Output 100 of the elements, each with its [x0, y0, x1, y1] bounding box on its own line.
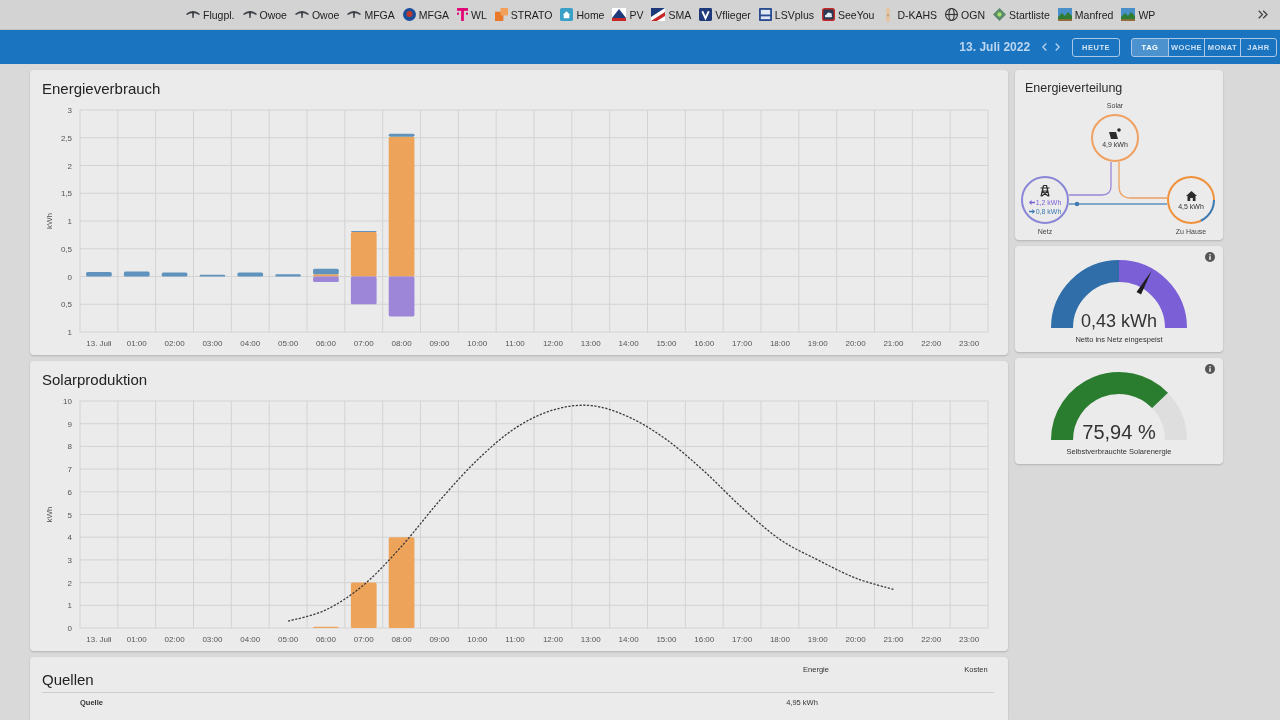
x-axis-label: 03:00 — [202, 635, 223, 644]
x-axis-label: 19:00 — [807, 339, 828, 348]
x-axis-label: 23:00 — [959, 339, 980, 348]
y-axis-label: 5 — [67, 510, 72, 520]
x-axis-label: 20:00 — [845, 339, 866, 348]
x-axis-label: 19:00 — [807, 635, 828, 644]
x-axis-label: 02:00 — [164, 635, 185, 644]
aircraft-icon — [294, 11, 309, 18]
x-axis-label: 01:00 — [126, 635, 147, 644]
landscape-tile-icon — [1121, 8, 1136, 21]
y-axis-label: 3 — [67, 106, 72, 115]
x-axis-label: 13. Juli — [86, 635, 112, 644]
card-title: Energieverteilung — [1024, 80, 1124, 96]
bookmark-link[interactable]: D-KAHS — [882, 7, 938, 22]
x-axis-label: 12:00 — [542, 339, 563, 348]
flow-line — [1068, 161, 1112, 196]
solar-panel-icon — [1109, 128, 1121, 139]
bookmark-link[interactable]: Flugpl. — [186, 8, 235, 21]
aircraft-icon — [347, 11, 362, 18]
landscape-tile-icon — [1057, 8, 1072, 21]
aircraft-icon — [242, 11, 257, 18]
chevron-right-icon — [1055, 43, 1061, 51]
y-axis-label: 0,5 — [60, 244, 72, 254]
x-axis-label: 16:00 — [694, 339, 715, 348]
house-tile-icon — [560, 8, 574, 21]
bookmark-link[interactable]: MFGA — [347, 8, 395, 21]
next-button[interactable] — [1055, 43, 1061, 51]
x-axis-label: 17:00 — [732, 339, 753, 348]
bookmark-link[interactable]: PV — [612, 8, 644, 21]
previous-button[interactable] — [1042, 43, 1048, 51]
info-icon[interactable] — [1205, 252, 1215, 262]
bookmark-link[interactable]: STRATO — [494, 8, 553, 21]
bookmark-link[interactable]: Owoe — [242, 8, 287, 21]
info-icon[interactable] — [1205, 364, 1215, 374]
bookmark-link[interactable]: Startliste — [993, 8, 1050, 21]
x-axis-label: 01:00 — [126, 339, 147, 348]
mountain-logo-icon — [612, 8, 627, 21]
bookmark-link[interactable]: Vflieger — [699, 8, 751, 21]
x-axis-label: 21:00 — [883, 339, 904, 348]
card-title: Energieverbrauch — [41, 79, 162, 98]
x-axis-label: 20:00 — [845, 635, 866, 644]
chevrons-right-icon — [1258, 10, 1268, 19]
squares-logo-icon — [494, 8, 508, 21]
card-title: Solarproduktion — [41, 370, 149, 389]
x-axis-label: 23:00 — [959, 635, 980, 644]
y-axis-label: 7 — [67, 465, 72, 475]
y-axis-label: 6 — [67, 487, 72, 497]
chart-bar — [199, 274, 226, 277]
chart-bar — [86, 272, 112, 277]
aircraft-icon — [186, 11, 200, 18]
bookmark-link[interactable]: SMA — [651, 8, 692, 21]
card-title: Quellen — [42, 670, 94, 688]
y-axis-label: 8 — [67, 442, 72, 452]
y-axis-label: 0,5 — [60, 300, 72, 310]
bookmark-link[interactable]: Owoe — [294, 8, 340, 21]
logo-icon — [457, 8, 469, 21]
x-axis-label: 08:00 — [391, 635, 412, 644]
bookmark-link[interactable]: Manfred — [1057, 8, 1114, 21]
bookmark-link[interactable]: LSVplus — [758, 8, 814, 21]
x-axis-label: 15:00 — [656, 635, 677, 644]
globe-icon — [945, 8, 959, 21]
x-axis-label: 07:00 — [353, 635, 374, 644]
x-axis-label: 03:00 — [202, 339, 223, 348]
y-axis-label: 2 — [67, 161, 72, 171]
x-axis-label: 14:00 — [618, 635, 639, 644]
chart-bar — [350, 582, 377, 628]
power-tower-icon — [1040, 185, 1050, 197]
gauge-value: 75,94 % — [1082, 422, 1156, 442]
gauge-value: 0,43 kWh — [1080, 312, 1157, 330]
overflow-button[interactable] — [1258, 10, 1268, 19]
x-axis-label: 11:00 — [505, 339, 525, 348]
bookmark-link[interactable]: WP — [1121, 8, 1156, 21]
x-axis-label: 05:00 — [278, 339, 299, 348]
y-axis-label: 0 — [67, 272, 72, 282]
house-icon — [1185, 190, 1197, 201]
x-axis-label: 21:00 — [883, 635, 904, 644]
bookmark-link[interactable]: SeeYou — [821, 8, 875, 21]
diamond-icon — [993, 8, 1006, 21]
x-axis-label: 15:00 — [656, 339, 677, 348]
x-axis-label: 18:00 — [769, 635, 790, 644]
axis-title: kWh — [45, 213, 54, 229]
x-axis-label: 18:00 — [769, 339, 790, 348]
bookmark-link[interactable]: Home — [560, 8, 605, 21]
x-axis-label: 09:00 — [429, 635, 450, 644]
x-axis-label: 02:00 — [164, 339, 185, 348]
bookmark-link[interactable]: OGN — [945, 8, 985, 21]
x-axis-label: 10:00 — [467, 635, 488, 644]
y-axis-label: 1 — [67, 328, 72, 337]
bookmark-link[interactable]: MFGA — [402, 8, 450, 21]
y-axis-label: 2 — [67, 578, 72, 588]
x-axis-label: 04:00 — [240, 339, 261, 348]
chart-bar — [275, 274, 301, 277]
y-axis-label: 2,5 — [60, 133, 72, 143]
tile-logo-icon — [699, 8, 713, 21]
y-axis-label: 0 — [67, 624, 72, 633]
chart-bar — [123, 271, 150, 277]
bookmark-link[interactable]: WL — [457, 8, 487, 21]
stripe-logo-icon — [651, 8, 666, 21]
x-axis-label: 17:00 — [732, 635, 753, 644]
x-axis-label: 04:00 — [240, 635, 261, 644]
